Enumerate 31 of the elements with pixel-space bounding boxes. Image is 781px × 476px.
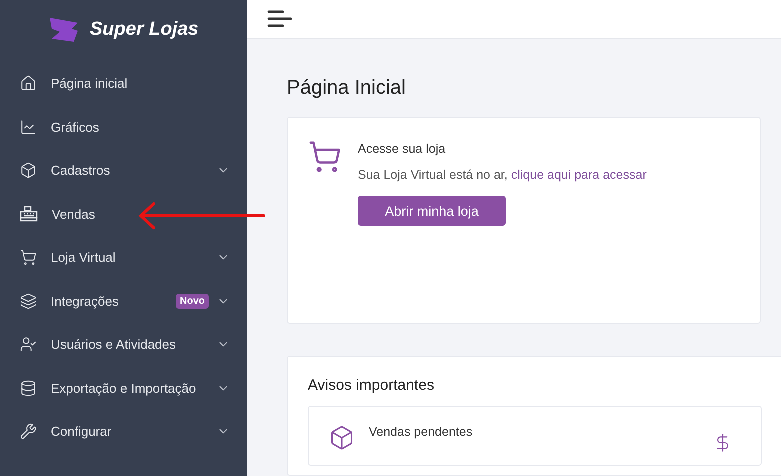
sidebar-item[interactable]: Gráficos: [0, 106, 247, 149]
sidebar-item[interactable]: Cadastros: [0, 149, 247, 192]
notices-title: Avisos importantes: [308, 377, 436, 394]
menu-icon[interactable]: [267, 10, 293, 28]
access-link[interactable]: clique aqui para acessar: [511, 168, 647, 182]
notice-item[interactable]: Vendas pendentes: [308, 406, 762, 466]
sidebar-item[interactable]: Integrações Novo: [0, 280, 247, 323]
chart-icon: [20, 118, 37, 136]
user-icon: [20, 336, 37, 354]
box-icon: [20, 162, 37, 180]
card-heading: Acesse sua loja: [358, 142, 447, 156]
sidebar-item[interactable]: Página inicial: [0, 62, 247, 106]
home-icon: [20, 75, 37, 92]
cart-icon: [20, 249, 37, 266]
box-icon: [329, 425, 355, 451]
page-title: Página Inicial: [287, 77, 407, 100]
sidebar-item[interactable]: Loja Virtual: [0, 236, 247, 280]
logo-icon: [48, 17, 80, 43]
layers-icon: [20, 292, 37, 310]
logo-text: Super Lojas: [90, 19, 199, 41]
open-store-button[interactable]: Abrir minha loja: [358, 196, 506, 226]
wrench-icon: [20, 423, 37, 440]
new-badge: Novo: [176, 294, 209, 309]
cart-icon: [308, 140, 342, 174]
database-icon: [20, 380, 37, 397]
sidebar-item[interactable]: Usuários e Atividades: [0, 323, 247, 366]
sidebar-item[interactable]: Exportação e Importação: [0, 366, 247, 410]
card-text: Sua Loja Virtual está no ar, clique aqui para acessar: [358, 168, 647, 182]
sidebar-item[interactable]: Configurar: [0, 410, 247, 454]
sidebar-item[interactable]: Vendas: [0, 192, 247, 236]
cash-register-icon: [20, 206, 38, 222]
